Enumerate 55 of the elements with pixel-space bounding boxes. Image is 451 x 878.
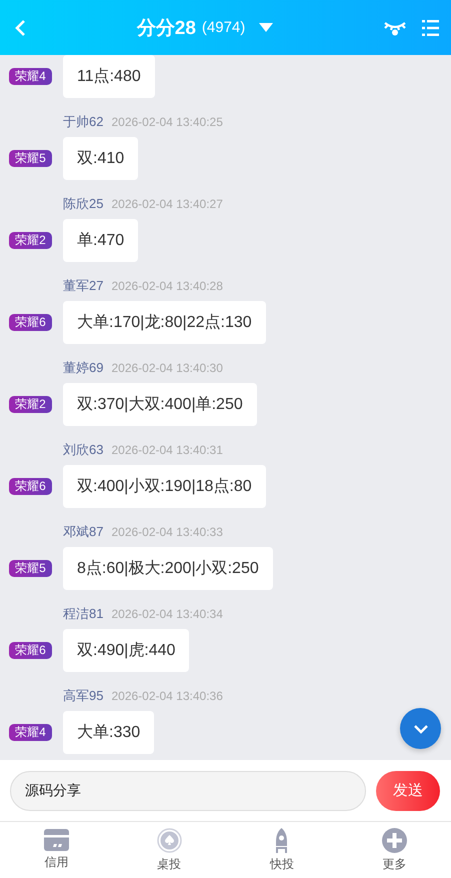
message-time: 2026-02-04 13:40:27: [111, 197, 223, 211]
back-icon[interactable]: [14, 18, 26, 36]
level-badge: 荣耀2: [9, 232, 52, 249]
message-bubble: 双:400|小双:190|18点:80: [63, 465, 266, 508]
message-time: 2026-02-04 13:40:33: [111, 525, 223, 539]
message-time: 2026-02-04 13:40:34: [111, 607, 223, 621]
sender-name: 陈欣25: [63, 195, 104, 213]
message-time: 2026-02-04 13:40:30: [111, 361, 223, 375]
sender-name: 程洁81: [63, 605, 104, 623]
room-title: 分分28: [136, 16, 196, 40]
sender-name: 董婷69: [63, 359, 104, 377]
card-icon: [44, 829, 69, 851]
level-badge: 荣耀6: [9, 642, 52, 659]
level-badge: 荣耀5: [9, 150, 52, 167]
plus-icon: [382, 828, 408, 852]
message-bubble: 大单:170|龙:80|22点:130: [63, 301, 266, 344]
message-bubble: 大单:330: [63, 711, 154, 754]
tab-label: 信用: [44, 854, 68, 871]
eye-icon[interactable]: [384, 20, 406, 36]
scroll-down-button[interactable]: [400, 708, 441, 749]
message-time: 2026-02-04 13:40:31: [111, 443, 223, 457]
sender-name: 刘欣63: [63, 441, 104, 459]
message-time: 2026-02-04 13:40:36: [111, 689, 223, 703]
message-bubble: 双:410: [63, 137, 138, 180]
message-bubble: 8点:60|极大:200|小双:250: [63, 547, 273, 590]
message-bubble: 11点:480: [63, 55, 155, 98]
message-bubble: 单:470: [63, 219, 138, 262]
message-time: 2026-02-04 13:40:28: [111, 279, 223, 293]
dropdown-caret-icon[interactable]: [259, 23, 274, 32]
tab-item[interactable]: 快投: [226, 822, 338, 878]
tab-label: 快投: [270, 856, 294, 872]
level-badge: 荣耀4: [9, 724, 52, 741]
level-badge: 荣耀2: [9, 396, 52, 413]
message-input[interactable]: 源码分享: [10, 770, 366, 810]
tab-item[interactable]: 信用: [0, 822, 113, 878]
level-badge: 荣耀4: [9, 68, 52, 85]
message-bubble: 双:370|大双:400|单:250: [63, 383, 257, 426]
online-count: (4974): [202, 19, 246, 36]
sender-name: 邓斌87: [63, 523, 104, 541]
sender-name: 于帅62: [63, 113, 104, 131]
send-button[interactable]: 发送: [376, 770, 440, 810]
tab-label: 更多: [382, 856, 407, 872]
level-badge: 荣耀5: [9, 560, 52, 577]
level-badge: 荣耀6: [9, 478, 52, 495]
spade-icon: [156, 828, 182, 852]
level-badge: 荣耀6: [9, 314, 52, 331]
message-time: 2026-02-04 13:40:25: [111, 115, 223, 129]
tab-item[interactable]: 更多: [338, 822, 451, 878]
tab-item[interactable]: 桌投: [112, 822, 226, 878]
sender-name: 高军95: [63, 687, 104, 705]
menu-icon[interactable]: [422, 20, 439, 36]
chevron-down-icon: [412, 724, 428, 734]
sender-name: 董军27: [63, 277, 104, 295]
message-bubble: 双:490|虎:440: [63, 629, 190, 672]
tab-label: 桌投: [157, 856, 182, 872]
